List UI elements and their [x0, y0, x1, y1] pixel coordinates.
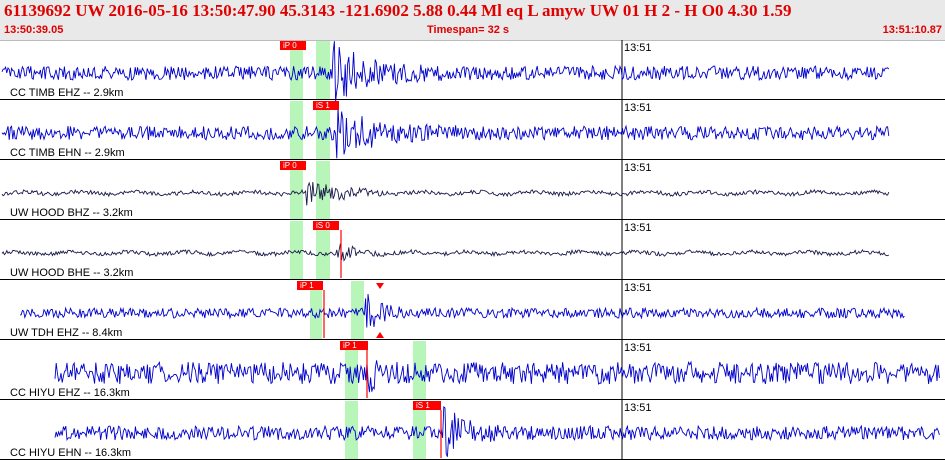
event-header: 61139692 UW 2016-05-16 13:50:47.90 45.31…	[0, 0, 945, 41]
channel-label: CC HIYU EHN -- 16.3km	[10, 447, 131, 459]
channel-row[interactable]: iS 1 13:51 CC HIYU EHN -- 16.3km	[0, 400, 945, 460]
channel-label: UW HOOD BHZ -- 3.2km	[10, 207, 133, 219]
pick-marker[interactable]: iS 1	[313, 101, 339, 110]
seismogram-trace	[54, 405, 940, 457]
channel-row[interactable]: iS 0 13:51 UW HOOD BHE -- 3.2km	[0, 220, 945, 280]
seismogram-trace	[1, 243, 890, 262]
pick-window	[413, 341, 426, 400]
amplitude-marker	[376, 283, 384, 289]
channel-label: CC TIMB EHN -- 2.9km	[10, 147, 125, 159]
seismogram-trace	[1, 107, 890, 159]
pick-label: iP 0	[283, 161, 297, 170]
start-time: 13:50:39.05	[4, 24, 64, 36]
pick-label: iP 0	[283, 41, 297, 50]
pick-label: iS 0	[316, 221, 330, 230]
channel-row[interactable]: iP 1 13:51 UW TDH EHZ -- 8.4km	[0, 280, 945, 340]
pick-label: iP 1	[343, 341, 357, 350]
pick-window	[290, 101, 303, 160]
amplitude-marker	[376, 332, 384, 338]
pick-label: iP 1	[300, 281, 314, 290]
channel-label: CC HIYU EHZ -- 16.3km	[10, 387, 130, 399]
timespan-label: Timespan= 32 s	[427, 24, 510, 36]
channel-label: UW TDH EHZ -- 8.4km	[10, 327, 122, 339]
seismogram-trace	[1, 181, 890, 206]
seismogram-trace	[54, 360, 940, 393]
minute-label: 13:51	[624, 102, 652, 114]
channel-label: CC TIMB EHZ -- 2.9km	[10, 87, 123, 99]
channel-row[interactable]: iP 0 13:51 CC TIMB EHZ -- 2.9km	[0, 40, 945, 102]
pick-label: iS 1	[416, 401, 430, 410]
waveform-panel[interactable]: iP 0 13:51 CC TIMB EHZ -- 2.9km iS 1 13:51 CC…	[0, 40, 945, 460]
minute-label: 13:51	[624, 282, 652, 294]
seismogram-trace	[1, 41, 890, 102]
pick-marker[interactable]: iP 0	[280, 161, 306, 170]
channel-row[interactable]: iP 1 13:51 CC HIYU EHZ -- 16.3km	[0, 340, 945, 400]
channel-row[interactable]: iP 0 13:51 UW HOOD BHZ -- 3.2km	[0, 160, 945, 220]
seismogram-trace	[19, 294, 905, 328]
channel-label: UW HOOD BHE -- 3.2km	[10, 267, 133, 279]
pick-label: iS 1	[316, 101, 330, 110]
minute-label: 13:51	[624, 402, 652, 414]
minute-label: 13:51	[624, 42, 652, 54]
minute-label: 13:51	[624, 222, 652, 234]
channel-row[interactable]: iS 1 13:51 CC TIMB EHN -- 2.9km	[0, 100, 945, 160]
end-time: 13:51:10.87	[882, 24, 942, 36]
minute-label: 13:51	[624, 342, 652, 354]
pick-marker[interactable]: iP 0	[280, 41, 306, 50]
event-summary: 61139692 UW 2016-05-16 13:50:47.90 45.31…	[4, 1, 792, 20]
minute-label: 13:51	[624, 162, 652, 174]
